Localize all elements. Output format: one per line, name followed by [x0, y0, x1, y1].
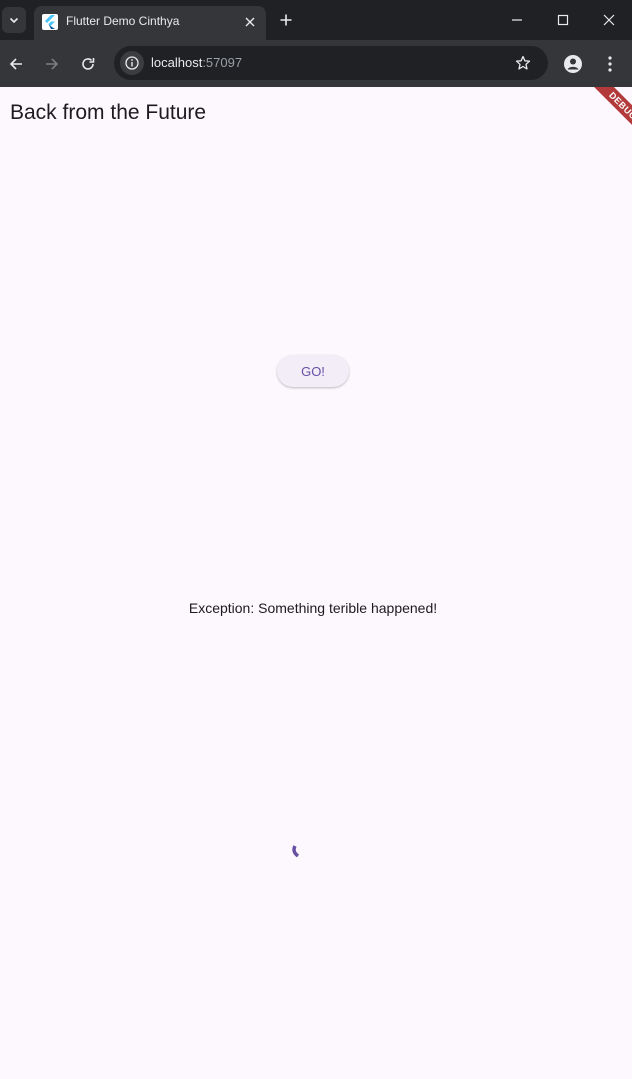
- go-button[interactable]: GO!: [277, 355, 349, 387]
- app-viewport: Back from the Future DEBUG GO! Exception…: [0, 87, 632, 1079]
- arrow-right-icon: [46, 58, 59, 70]
- url-host: localhost: [151, 55, 203, 70]
- forward-button[interactable]: [38, 50, 66, 78]
- tab-search-button[interactable]: [2, 7, 26, 33]
- flutter-logo-icon: [42, 14, 58, 30]
- browser-tab-strip: Flutter Demo Cinthya: [0, 0, 632, 40]
- spinner-arc: [292, 845, 300, 858]
- star-icon: [515, 55, 531, 70]
- minimize-icon: [512, 19, 522, 21]
- browser-toolbar: localhost:57097: [0, 40, 632, 87]
- debug-ribbon: DEBUG: [579, 87, 632, 143]
- url-port: :57097: [202, 55, 243, 70]
- site-info-button[interactable]: [120, 51, 144, 75]
- tab-title: Flutter Demo Cinthya: [66, 14, 180, 28]
- close-icon: [245, 17, 255, 27]
- reload-button[interactable]: [74, 50, 102, 78]
- new-tab-button[interactable]: [274, 8, 298, 32]
- browser-tab[interactable]: Flutter Demo Cinthya: [34, 6, 266, 40]
- window-close-button[interactable]: [586, 0, 632, 40]
- info-icon: [125, 56, 139, 70]
- debug-banner: DEBUG: [574, 87, 632, 143]
- maximize-icon: [557, 14, 569, 26]
- debug-label: DEBUG: [607, 90, 632, 122]
- tab-close-button[interactable]: [239, 11, 261, 33]
- address-bar[interactable]: localhost:57097: [114, 46, 548, 80]
- chevron-down-icon: [9, 17, 19, 24]
- arrow-left-icon: [9, 58, 22, 70]
- bookmark-button[interactable]: [512, 52, 534, 74]
- page-title: Back from the Future: [10, 101, 207, 124]
- plus-icon: [280, 14, 292, 26]
- person-icon: [564, 55, 582, 73]
- url-text: localhost:57097: [151, 55, 242, 70]
- window-maximize-button[interactable]: [540, 0, 586, 40]
- back-button[interactable]: [2, 50, 30, 78]
- window-minimize-button[interactable]: [494, 0, 540, 40]
- result-message: Exception: Something terible happened!: [188, 600, 438, 616]
- reload-icon: [82, 58, 95, 70]
- browser-menu-button[interactable]: [598, 51, 622, 77]
- close-icon: [603, 14, 615, 26]
- kebab-menu-icon: [608, 56, 612, 72]
- profile-button[interactable]: [560, 51, 586, 77]
- loading-spinner: [292, 845, 300, 858]
